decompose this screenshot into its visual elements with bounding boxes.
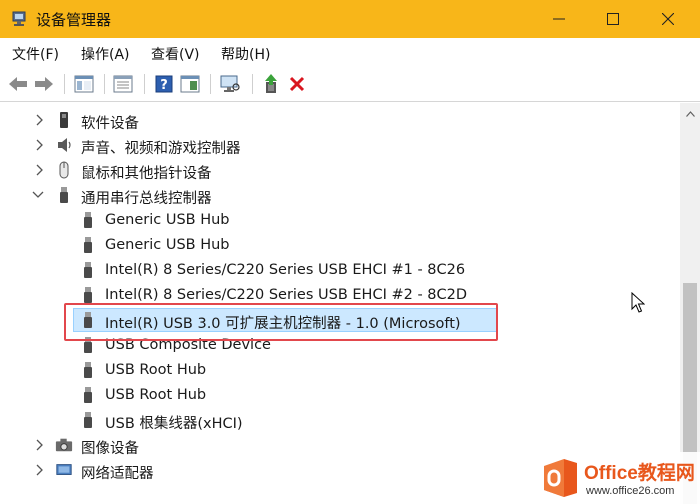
scan-hardware-button[interactable]: [218, 72, 242, 96]
chevron-right-icon[interactable]: [33, 162, 47, 178]
svg-text:?: ?: [160, 78, 168, 93]
tree-node-label: Generic USB Hub: [105, 212, 230, 228]
chevron-right-icon[interactable]: [33, 137, 47, 153]
annotation-highlight-box: [64, 303, 498, 341]
monitor-scan-icon: [220, 75, 240, 92]
software-device-icon: [55, 111, 73, 129]
minimize-icon: [553, 18, 565, 20]
network-adapter-icon: [55, 461, 73, 479]
tree-node-label: 通用串行总线控制器: [81, 191, 212, 207]
menu-help[interactable]: 帮助(H): [221, 44, 270, 64]
speaker-icon: [55, 136, 73, 154]
window-pane-icon: [180, 75, 200, 93]
help-button[interactable]: ?: [152, 72, 176, 96]
minimize-button[interactable]: [536, 0, 582, 38]
back-button[interactable]: [6, 72, 30, 96]
maximize-button[interactable]: [590, 0, 636, 38]
camera-icon: [55, 436, 73, 454]
office-logo-icon: [544, 459, 577, 497]
show-hidden-button[interactable]: [178, 72, 202, 96]
menu-view[interactable]: 查看(V): [151, 44, 200, 64]
close-button[interactable]: [645, 0, 691, 38]
usb-icon: [79, 361, 97, 379]
chevron-right-icon[interactable]: [33, 437, 47, 453]
watermark: Office教程网 www.office26.com: [536, 452, 700, 504]
console-tree-button[interactable]: [72, 72, 96, 96]
menu-action[interactable]: 操作(A): [81, 44, 130, 64]
title-bar: 设备管理器: [0, 0, 700, 38]
watermark-brand: Office教程网: [584, 463, 695, 484]
tree-node-label: Intel(R) 8 Series/C220 Series USB EHCI #…: [105, 262, 466, 278]
watermark-url: www.office26.com: [586, 485, 675, 497]
tree-node-label: 鼠标和其他指针设备: [81, 166, 212, 182]
forward-button[interactable]: [32, 72, 56, 96]
tree-node-usb-controllers[interactable]: 通用串行总线控制器: [0, 183, 680, 207]
scroll-up-button[interactable]: [680, 105, 700, 122]
tree-node-label: 声音、视频和游戏控制器: [81, 141, 241, 157]
usb-icon: [79, 211, 97, 229]
close-icon: [662, 13, 674, 25]
tree-node-mice-pointing[interactable]: 鼠标和其他指针设备: [0, 158, 680, 182]
update-driver-icon: [265, 74, 277, 93]
tree-node-device[interactable]: Generic USB Hub: [0, 233, 680, 257]
menu-bar: 文件(F) 操作(A) 查看(V) 帮助(H): [0, 38, 700, 66]
properties-list-icon: [113, 75, 133, 93]
tree-node-label: Generic USB Hub: [105, 237, 230, 253]
tree-node-label: Intel(R) 8 Series/C220 Series USB EHCI #…: [105, 287, 468, 303]
tree-node-device[interactable]: USB 根集线器(xHCI): [0, 408, 680, 432]
maximize-icon: [607, 13, 619, 25]
red-x-icon: [289, 76, 305, 92]
tree-node-label: 图像设备: [81, 441, 139, 457]
chevron-down-icon[interactable]: [31, 187, 45, 203]
uninstall-device-button[interactable]: [285, 72, 309, 96]
tree-node-label: USB Root Hub: [105, 362, 207, 378]
tree-node-label: USB Root Hub: [105, 387, 207, 403]
usb-icon: [79, 386, 97, 404]
chevron-right-icon[interactable]: [33, 112, 47, 128]
tree-node-label: 软件设备: [81, 116, 139, 132]
tree-node-software-devices[interactable]: 软件设备: [0, 108, 680, 132]
tree-node-device[interactable]: Generic USB Hub: [0, 208, 680, 232]
usb-icon: [55, 186, 73, 204]
tree-node-device[interactable]: Intel(R) 8 Series/C220 Series USB EHCI #…: [0, 258, 680, 282]
window-title: 设备管理器: [36, 11, 112, 29]
forward-arrow-icon: [35, 77, 53, 91]
vertical-scrollbar[interactable]: [680, 103, 700, 504]
usb-icon: [79, 286, 97, 304]
usb-icon: [79, 411, 97, 429]
tree-node-device[interactable]: USB Root Hub: [0, 358, 680, 382]
mouse-icon: [55, 161, 73, 179]
console-tree-icon: [74, 75, 94, 93]
mouse-cursor-icon: [631, 292, 645, 313]
properties-list-button[interactable]: [111, 72, 135, 96]
tree-node-label: 网络适配器: [81, 466, 154, 482]
chevron-right-icon[interactable]: [33, 462, 47, 478]
toolbar: ?: [0, 66, 700, 102]
tree-node-label: USB 根集线器(xHCI): [105, 416, 243, 432]
update-driver-button[interactable]: [259, 72, 283, 96]
device-manager-icon: [12, 11, 26, 26]
chevron-up-icon: [685, 110, 695, 117]
usb-icon: [79, 236, 97, 254]
menu-file[interactable]: 文件(F): [12, 44, 59, 64]
tree-node-device[interactable]: USB Root Hub: [0, 383, 680, 407]
back-arrow-icon: [9, 77, 27, 91]
tree-node-sound-video-game[interactable]: 声音、视频和游戏控制器: [0, 133, 680, 157]
help-icon: ?: [155, 75, 173, 93]
usb-icon: [79, 261, 97, 279]
